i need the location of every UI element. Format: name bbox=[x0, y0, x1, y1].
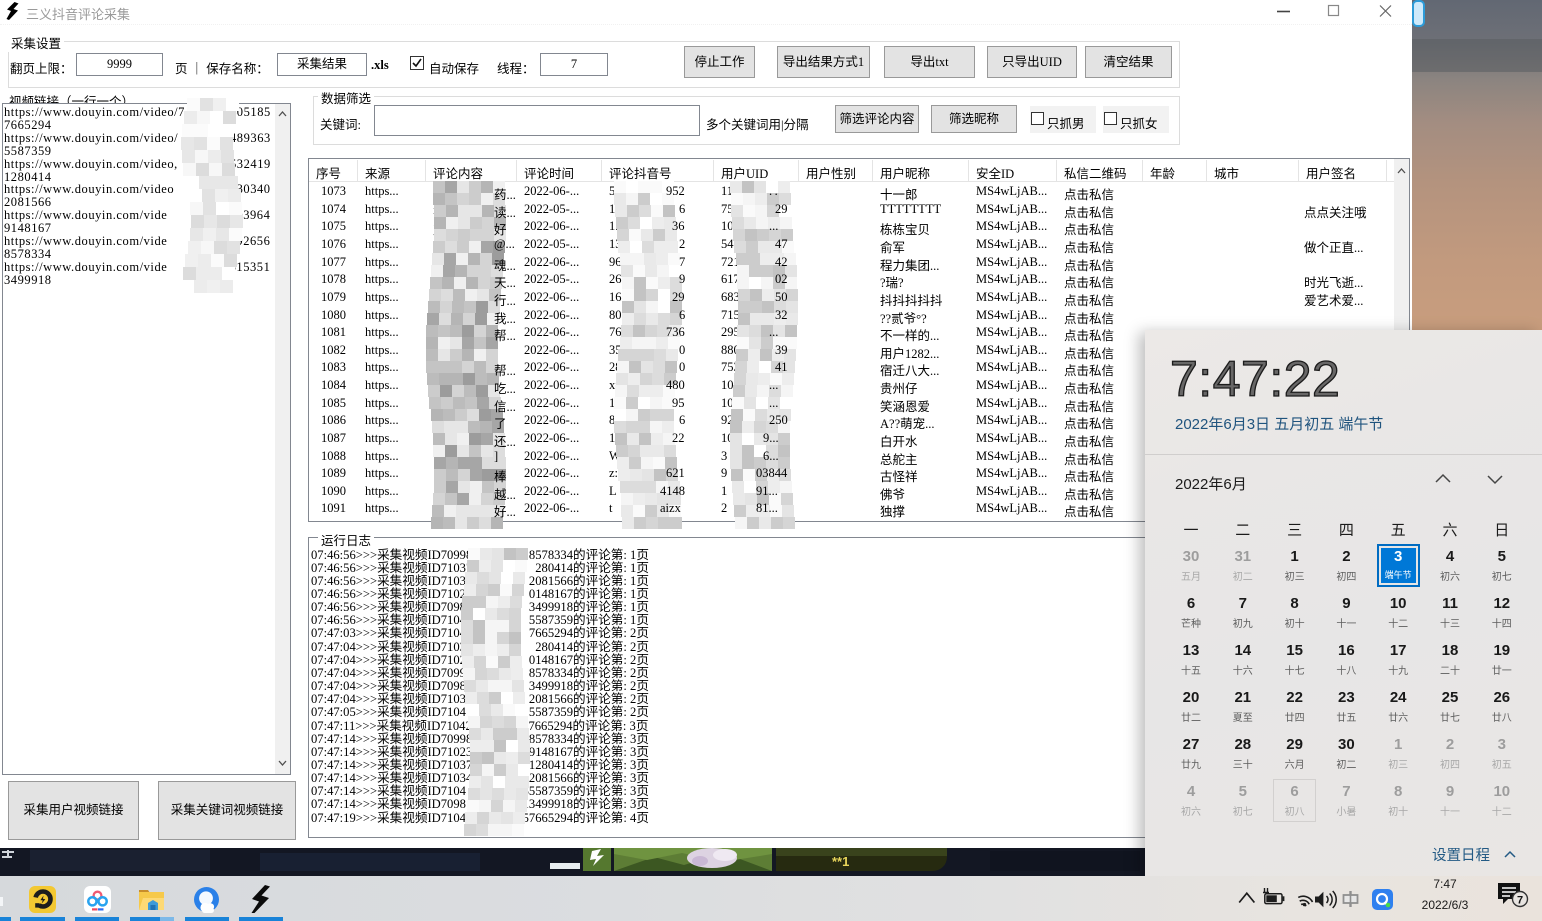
svg-text:7: 7 bbox=[1517, 895, 1523, 907]
